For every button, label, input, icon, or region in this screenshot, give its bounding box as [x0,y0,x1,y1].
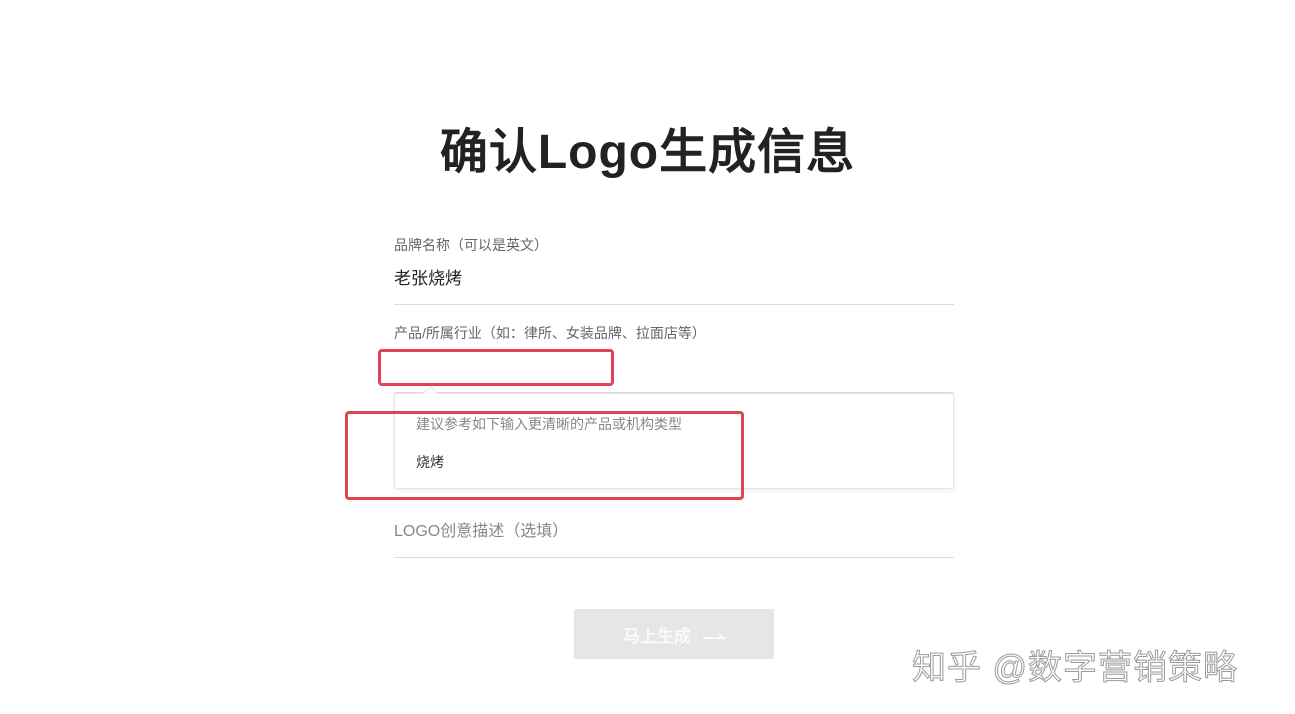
suggestion-item[interactable]: 烧烤 [416,452,444,472]
industry-field: 产品/所属行业（如：律所、女装品牌、拉面店等） [394,324,954,393]
logo-description-input[interactable] [394,517,954,547]
page-title: 确认Logo生成信息 [439,126,856,179]
brand-name-input[interactable] [394,264,954,294]
watermark: 知乎 @数字营销策略 [912,649,1238,688]
industry-suggestion-dropdown: 建议参考如下输入更清晰的产品或机构类型 烧烤 [394,385,954,489]
arrow-right-icon [703,631,725,641]
brand-name-label: 品牌名称（可以是英文） [394,237,548,253]
generate-button[interactable]: 马上生成 [574,609,774,659]
suggestion-hint: 建议参考如下输入更清晰的产品或机构类型 [416,416,682,432]
logo-form-page: 确认Logo生成信息 品牌名称（可以是英文） 产品/所属行业（如：律所、女装品牌… [0,0,1295,714]
logo-description-field [394,517,954,558]
industry-input[interactable] [394,354,954,384]
generate-button-label: 马上生成 [623,626,691,646]
brand-name-underline [394,304,954,305]
brand-name-field: 品牌名称（可以是英文） [394,236,954,305]
industry-label: 产品/所属行业（如：律所、女装品牌、拉面店等） [394,325,706,341]
logo-description-underline [394,557,954,558]
